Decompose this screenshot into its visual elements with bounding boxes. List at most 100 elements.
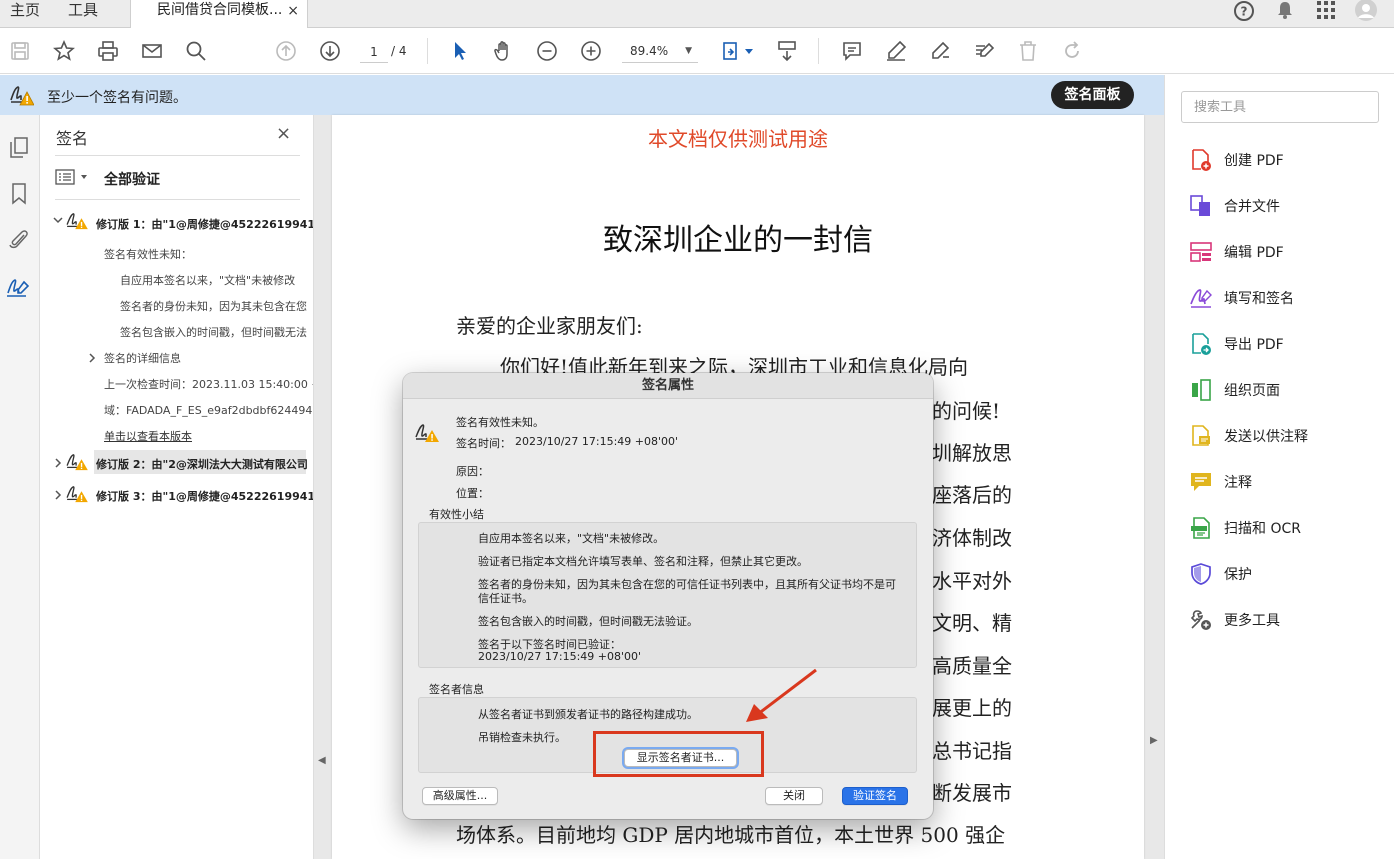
- tool-label: 编辑 PDF: [1224, 245, 1284, 261]
- notification-bell-icon[interactable]: [1273, 0, 1297, 22]
- fit-page-icon[interactable]: [720, 39, 744, 63]
- scroll-mode-icon[interactable]: [775, 39, 799, 63]
- page-down-icon[interactable]: [318, 39, 342, 63]
- tool-fill-sign[interactable]: 填写和签名: [1189, 284, 1294, 312]
- signature-options-menu[interactable]: [55, 169, 91, 189]
- fit-chevron-icon[interactable]: [744, 39, 754, 63]
- tool-protect[interactable]: 保护: [1189, 560, 1252, 588]
- tool-comment[interactable]: 注释: [1189, 468, 1252, 496]
- apps-grid-icon[interactable]: [1314, 0, 1338, 22]
- signature-details-toggle[interactable]: 签名的详细信息: [104, 350, 181, 366]
- search-zoom-icon[interactable]: [184, 39, 208, 63]
- verify-signature-button[interactable]: 验证签名: [842, 787, 908, 805]
- tool-organize-pages[interactable]: 组织页面: [1189, 376, 1280, 404]
- document-greeting: 亲爱的企业家朋友们:: [456, 314, 643, 338]
- delete-icon[interactable]: [1016, 39, 1040, 63]
- divider: [55, 199, 300, 200]
- tool-label: 创建 PDF: [1224, 153, 1284, 169]
- bookmarks-icon[interactable]: [6, 181, 32, 207]
- fill-sign-icon[interactable]: [972, 39, 996, 63]
- tab-document[interactable]: 民间借贷合同模板... ×: [130, 0, 308, 29]
- highlight-pen-icon[interactable]: [884, 39, 908, 63]
- tab-close-icon[interactable]: ×: [287, 1, 299, 21]
- tool-combine-files[interactable]: 合并文件: [1189, 192, 1280, 220]
- redo-icon[interactable]: [1060, 39, 1084, 63]
- sign-time-value: 2023/10/27 17:15:49 +08'00': [515, 435, 679, 448]
- tool-send-comment[interactable]: 发送以供注释: [1189, 422, 1308, 450]
- document-paragraph-line: 场体系。目前地均 GDP 居内地城市首位，本土世界 500 强企: [456, 823, 1006, 847]
- tab-tools[interactable]: 工具: [68, 0, 98, 28]
- verify-all-button[interactable]: 全部验证: [104, 169, 160, 189]
- chevron-right-icon[interactable]: [86, 352, 98, 367]
- advanced-properties-button[interactable]: 高级属性...: [422, 787, 498, 805]
- reason-label: 原因：: [456, 465, 489, 478]
- comment-icon: [1189, 470, 1213, 494]
- document-text-fragment: 展更上的: [932, 696, 1012, 720]
- hand-tool-icon[interactable]: [491, 39, 515, 63]
- close-icon[interactable]: ×: [276, 123, 291, 144]
- scan-ocr-icon: [1189, 516, 1213, 540]
- signature-warning-bar: 至少一个签名有问题。 签名面板: [0, 75, 1164, 115]
- page-thumbnails-icon[interactable]: [6, 135, 32, 161]
- page-total: / 4: [391, 44, 407, 58]
- sign-pen-icon[interactable]: [928, 39, 952, 63]
- close-button[interactable]: 关闭: [765, 787, 823, 805]
- validity-summary-heading: 有效性小结: [429, 508, 484, 521]
- tool-create-pdf[interactable]: 创建 PDF: [1189, 146, 1284, 174]
- view-version-link[interactable]: 单击以查看本版本: [104, 428, 192, 444]
- signature-warning-icon: [415, 424, 439, 442]
- zoom-out-icon[interactable]: [535, 39, 559, 63]
- chevron-down-icon[interactable]: [52, 214, 64, 229]
- signature-warning-icon: [10, 86, 34, 106]
- collapse-left-panel-icon[interactable]: ◀: [318, 755, 326, 766]
- tool-label: 保护: [1224, 567, 1252, 583]
- document-text-fragment: 座落后的: [932, 483, 1012, 507]
- email-icon[interactable]: [140, 39, 164, 63]
- save-icon[interactable]: [8, 39, 32, 63]
- summary-line: 验证者已指定本文档允许填写表单、签名和注释，但禁止其它更改。: [478, 555, 808, 568]
- user-avatar-icon[interactable]: [1354, 0, 1378, 22]
- signer-info-heading: 签名者信息: [429, 683, 484, 696]
- help-icon[interactable]: ?: [1232, 0, 1256, 22]
- revision-2-item[interactable]: 修订版 2：由"2@深圳法大大测试有限公司: [96, 456, 308, 472]
- document-text-fragment: 文明、精: [932, 611, 1012, 635]
- attachments-icon[interactable]: [6, 227, 32, 253]
- revision-1-item[interactable]: 修订版 1：由"1@周修捷@45222619941025: [96, 216, 313, 232]
- chevron-right-icon[interactable]: [52, 489, 64, 504]
- search-tools-input[interactable]: [1181, 91, 1379, 123]
- zoom-in-icon[interactable]: [579, 39, 603, 63]
- bookmark-star-icon[interactable]: [52, 39, 76, 63]
- print-icon[interactable]: [96, 39, 120, 63]
- signatures-nav-icon[interactable]: [6, 275, 32, 301]
- summary-line: 2023/10/27 17:15:49 +08'00': [478, 650, 642, 663]
- signature-panel-button[interactable]: 签名面板: [1051, 81, 1134, 109]
- document-text-fragment: 水平对外: [932, 569, 1012, 593]
- signature-panel-title: 签名: [56, 129, 89, 148]
- tool-scan-ocr[interactable]: 扫描和 OCR: [1189, 514, 1301, 542]
- chevron-down-icon: ▼: [685, 46, 692, 56]
- tool-label: 组织页面: [1224, 383, 1280, 399]
- chevron-right-icon[interactable]: [52, 457, 64, 472]
- page-number-input[interactable]: [360, 41, 388, 63]
- page-up-icon[interactable]: [274, 39, 298, 63]
- signature-warning-icon: [66, 486, 88, 503]
- last-checked-time: 上一次检查时间：2023.11.03 15:40:00 +0: [104, 378, 314, 391]
- zoom-select[interactable]: 89.4% ▼: [622, 41, 698, 63]
- revision-3-item[interactable]: 修订版 3：由"1@周修捷@45222619941025: [96, 488, 313, 504]
- tool-edit-pdf[interactable]: 编辑 PDF: [1189, 238, 1284, 266]
- tool-more-tools[interactable]: 更多工具: [1189, 606, 1280, 634]
- select-cursor-icon[interactable]: [448, 39, 472, 63]
- signer-info-line: 吊销检查未执行。: [478, 731, 566, 744]
- tab-home[interactable]: 主页: [10, 0, 40, 28]
- tab-bar: 主页 工具 民间借贷合同模板... × ?: [0, 0, 1394, 29]
- comment-icon[interactable]: [840, 39, 864, 63]
- tool-label: 扫描和 OCR: [1224, 521, 1301, 537]
- signature-domain: 域：FADADA_F_ES_e9af2dbdbf6244949f: [104, 404, 314, 417]
- svg-text:?: ?: [1241, 5, 1248, 19]
- tool-label: 发送以供注释: [1224, 429, 1308, 445]
- edit-pdf-icon: [1189, 240, 1213, 264]
- summary-line: 签名包含嵌入的时间戳，但时间戳无法验证。: [478, 615, 698, 628]
- tools-panel: 创建 PDF 合并文件编辑 PDF 填写和签名导出 PDF 组织页面发送以供注释注释扫…: [1164, 75, 1394, 859]
- tool-export-pdf[interactable]: 导出 PDF: [1189, 330, 1284, 358]
- collapse-right-panel-icon[interactable]: ▶: [1150, 735, 1158, 746]
